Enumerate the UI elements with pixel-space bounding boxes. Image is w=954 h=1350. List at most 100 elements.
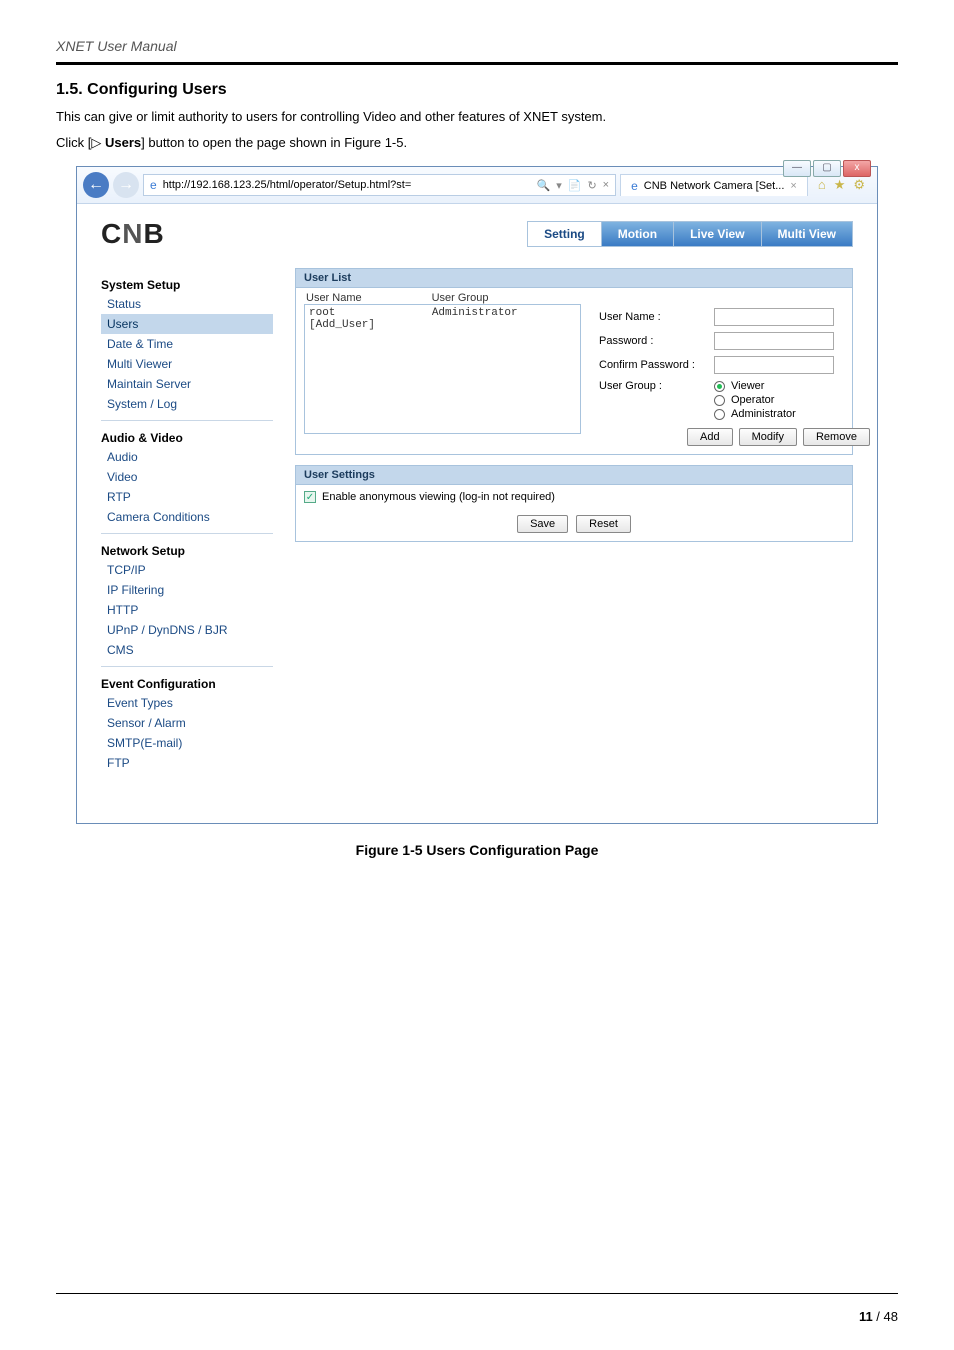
forward-button[interactable]: →: [113, 172, 139, 198]
sidebar-head-event: Event Configuration: [101, 677, 273, 691]
save-button[interactable]: Save: [517, 515, 568, 533]
input-password[interactable]: [714, 332, 834, 350]
sidebar-item-video[interactable]: Video: [101, 467, 273, 487]
radio-label-administrator: Administrator: [731, 408, 796, 420]
sidebar-item-datetime[interactable]: Date & Time: [101, 334, 273, 354]
input-confirm-password[interactable]: [714, 356, 834, 374]
cert-icon[interactable]: 📄: [568, 179, 582, 192]
sidebar-item-multiviewer[interactable]: Multi Viewer: [101, 354, 273, 374]
sidebar-head-av: Audio & Video: [101, 431, 273, 445]
radio-label-viewer: Viewer: [731, 380, 764, 392]
modify-button[interactable]: Modify: [739, 428, 797, 446]
input-username[interactable]: [714, 308, 834, 326]
page-current: 11: [859, 1309, 873, 1324]
browser-tab[interactable]: e CNB Network Camera [Set... ×: [620, 174, 808, 196]
sidebar-item-http[interactable]: HTTP: [101, 600, 273, 620]
logo-c: C: [101, 218, 122, 249]
page-number: 11 / 48: [859, 1309, 898, 1324]
window-close-button[interactable]: x: [843, 160, 871, 177]
browser-window: — ▢ x ← → e http://192.168.123.25/html/o…: [76, 166, 878, 824]
sidebar-item-users[interactable]: Users: [101, 314, 273, 334]
sidebar-item-ipfilter[interactable]: IP Filtering: [101, 580, 273, 600]
label-username: User Name :: [599, 311, 714, 323]
address-bar-row: ← → e http://192.168.123.25/html/operato…: [77, 167, 877, 204]
add-button[interactable]: Add: [687, 428, 733, 446]
table-row[interactable]: root Administrator: [309, 307, 576, 319]
favorites-icon[interactable]: ★: [834, 177, 846, 193]
radio-viewer[interactable]: [714, 381, 725, 392]
tab-favicon: e: [631, 179, 638, 193]
tab-liveview[interactable]: Live View: [674, 221, 761, 247]
label-confirm: Confirm Password :: [599, 359, 714, 371]
tab-title: CNB Network Camera [Set...: [644, 180, 785, 192]
section-heading: 1.5. Configuring Users: [56, 81, 898, 99]
window-minimize-button[interactable]: —: [783, 160, 811, 177]
click-prefix: Click [: [56, 135, 91, 150]
tab-close-icon[interactable]: ×: [790, 180, 796, 192]
sidebar-head-network: Network Setup: [101, 544, 273, 558]
sidebar-item-audio[interactable]: Audio: [101, 447, 273, 467]
cell-group: Administrator: [432, 307, 518, 319]
remove-button[interactable]: Remove: [803, 428, 870, 446]
click-suffix: ] button to open the page shown in Figur…: [141, 135, 407, 150]
url-box[interactable]: e http://192.168.123.25/html/operator/Se…: [143, 174, 616, 196]
sidebar-item-rtp[interactable]: RTP: [101, 487, 273, 507]
sidebar: System Setup Status Users Date & Time Mu…: [101, 268, 273, 783]
triangle-icon: ▷: [91, 135, 101, 150]
reset-button[interactable]: Reset: [576, 515, 631, 533]
tab-motion[interactable]: Motion: [602, 221, 674, 247]
sidebar-item-camera[interactable]: Camera Conditions: [101, 507, 273, 527]
dropdown-icon[interactable]: ▾: [556, 179, 562, 192]
logo-b: B: [143, 218, 164, 249]
tab-setting[interactable]: Setting: [527, 221, 602, 247]
checkbox-label: Enable anonymous viewing (log-in not req…: [322, 491, 555, 503]
doc-header: XNET User Manual: [56, 38, 898, 54]
intro-text: This can give or limit authority to user…: [56, 107, 898, 127]
sidebar-item-smtp[interactable]: SMTP(E-mail): [101, 733, 273, 753]
userlist-title: User List: [295, 268, 853, 287]
radio-label-operator: Operator: [731, 394, 774, 406]
tab-multiview[interactable]: Multi View: [762, 221, 853, 247]
page-icon: e: [150, 178, 157, 192]
back-button[interactable]: ←: [83, 172, 109, 198]
table-row[interactable]: [Add_User]: [309, 319, 576, 331]
main-panel: User List User Name User Group root: [295, 268, 853, 783]
stop-icon[interactable]: ×: [603, 179, 609, 191]
sidebar-item-systemlog[interactable]: System / Log: [101, 394, 273, 414]
window-maximize-button[interactable]: ▢: [813, 160, 841, 177]
brand-logo: CNB: [101, 218, 165, 250]
sidebar-item-ftp[interactable]: FTP: [101, 753, 273, 773]
logo-n: N: [122, 218, 143, 249]
sidebar-item-upnp[interactable]: UPnP / DynDNS / BJR: [101, 620, 273, 640]
divider: [56, 62, 898, 65]
footer-divider: [56, 1293, 898, 1294]
sidebar-item-status[interactable]: Status: [101, 294, 273, 314]
sidebar-item-cms[interactable]: CMS: [101, 640, 273, 660]
click-instruction: Click [▷ Users] button to open the page …: [56, 133, 898, 153]
col-header-username: User Name: [306, 292, 432, 304]
refresh-icon[interactable]: ↻: [587, 179, 596, 192]
search-icon[interactable]: 🔍: [537, 179, 551, 192]
cell-username: root: [309, 307, 432, 319]
checkbox-anonymous[interactable]: ✓: [304, 491, 316, 503]
sidebar-item-sensor[interactable]: Sensor / Alarm: [101, 713, 273, 733]
click-bold: Users: [101, 135, 141, 150]
sidebar-head-system: System Setup: [101, 278, 273, 292]
sidebar-item-tcpip[interactable]: TCP/IP: [101, 560, 273, 580]
radio-administrator[interactable]: [714, 409, 725, 420]
tools-icon[interactable]: ⚙: [853, 177, 865, 193]
radio-operator[interactable]: [714, 395, 725, 406]
cell-username: [Add_User]: [309, 319, 432, 331]
usersettings-title: User Settings: [295, 465, 853, 484]
home-icon[interactable]: ⌂: [818, 177, 826, 193]
user-list-table[interactable]: root Administrator [Add_User]: [304, 304, 581, 434]
sidebar-item-maintain[interactable]: Maintain Server: [101, 374, 273, 394]
url-text: http://192.168.123.25/html/operator/Setu…: [163, 179, 412, 191]
sidebar-item-eventtypes[interactable]: Event Types: [101, 693, 273, 713]
figure-caption: Figure 1-5 Users Configuration Page: [56, 842, 898, 858]
page-total: 48: [884, 1309, 898, 1324]
label-usergroup: User Group :: [599, 380, 714, 392]
label-password: Password :: [599, 335, 714, 347]
page-sep: /: [873, 1309, 884, 1324]
col-header-usergroup: User Group: [432, 292, 489, 304]
